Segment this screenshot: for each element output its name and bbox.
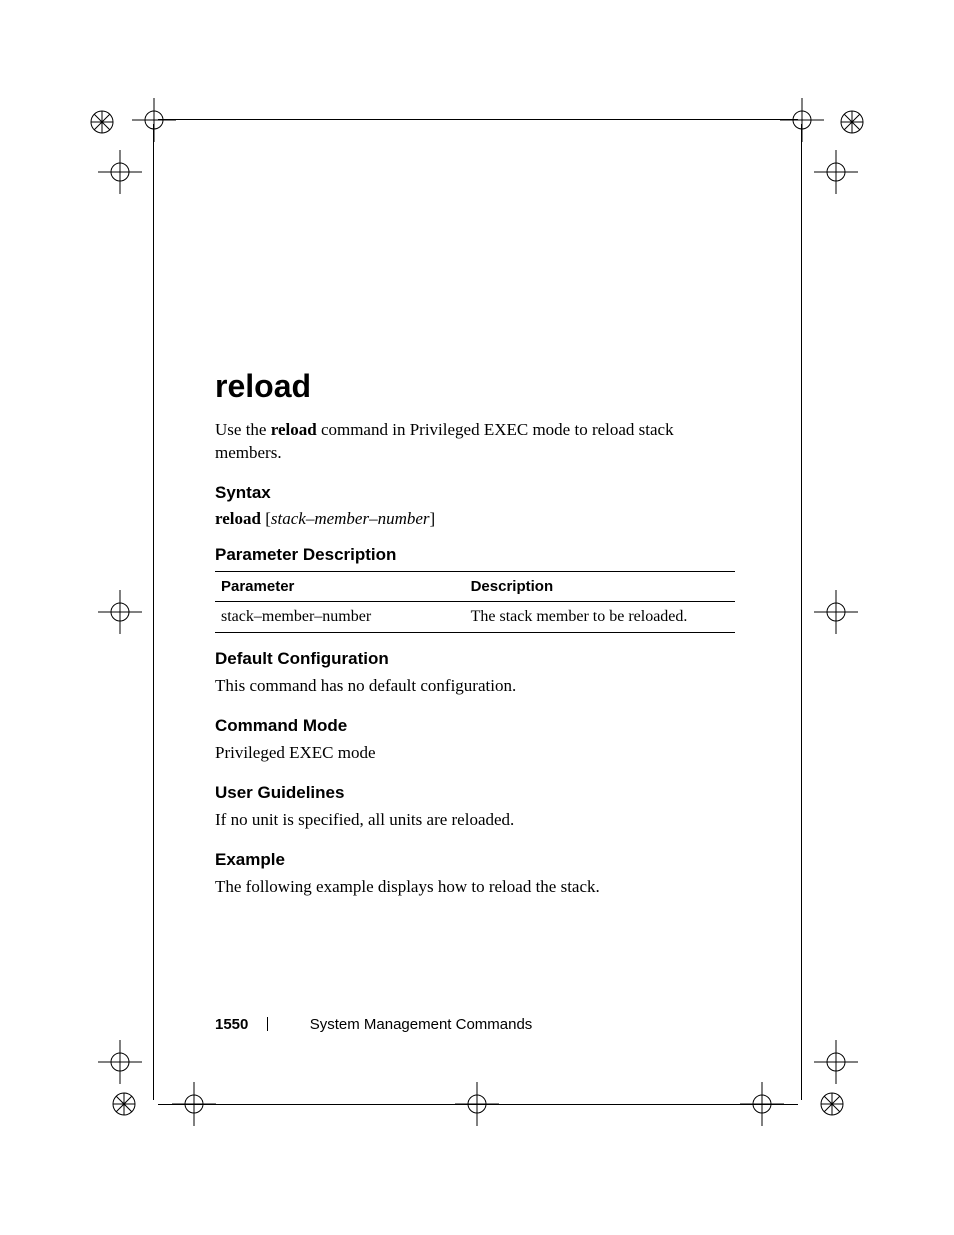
syntax-close-bracket: ] [430, 509, 436, 528]
crop-crosshair-icon [780, 98, 824, 142]
crop-crosshair-icon [132, 98, 176, 142]
parameter-description-heading: Parameter Description [215, 545, 735, 565]
crop-crosshair-icon [814, 150, 858, 194]
user-guidelines-heading: User Guidelines [215, 783, 735, 803]
parameter-cell: stack–member–number [215, 601, 465, 632]
crop-crosshair-icon [98, 590, 142, 634]
description-cell: The stack member to be reloaded. [465, 601, 735, 632]
example-heading: Example [215, 850, 735, 870]
crop-crosshair-icon [98, 150, 142, 194]
example-text: The following example displays how to re… [215, 876, 735, 899]
default-configuration-text: This command has no default configuratio… [215, 675, 735, 698]
chapter-title: System Management Commands [310, 1016, 533, 1033]
registration-mark-icon [820, 1092, 844, 1116]
parameter-table: Parameter Description stack–member–numbe… [215, 571, 735, 633]
command-title: reload [215, 368, 735, 405]
description-col-header: Description [465, 571, 735, 601]
syntax-argument: stack–member–number [271, 509, 430, 528]
page-number: 1550 [215, 1016, 248, 1033]
syntax-heading: Syntax [215, 483, 735, 503]
parameter-col-header: Parameter [215, 571, 465, 601]
registration-mark-icon [112, 1092, 136, 1116]
default-configuration-heading: Default Configuration [215, 649, 735, 669]
syntax-line: reload [stack–member–number] [215, 509, 735, 529]
crop-crosshair-icon [98, 1040, 142, 1084]
footer-separator [267, 1017, 268, 1031]
registration-mark-icon [90, 110, 114, 134]
command-mode-heading: Command Mode [215, 716, 735, 736]
page-footer: 1550 System Management Commands [215, 1016, 532, 1033]
intro-prefix: Use the [215, 420, 271, 439]
registration-mark-icon [840, 110, 864, 134]
command-intro: Use the reload command in Privileged EXE… [215, 419, 735, 465]
intro-command-name: reload [271, 420, 317, 439]
syntax-open-bracket: [ [261, 509, 271, 528]
user-guidelines-text: If no unit is specified, all units are r… [215, 809, 735, 832]
syntax-command: reload [215, 509, 261, 528]
table-row: stack–member–number The stack member to … [215, 601, 735, 632]
command-mode-text: Privileged EXEC mode [215, 742, 735, 765]
crop-crosshair-icon [814, 1040, 858, 1084]
crop-crosshair-icon [814, 590, 858, 634]
